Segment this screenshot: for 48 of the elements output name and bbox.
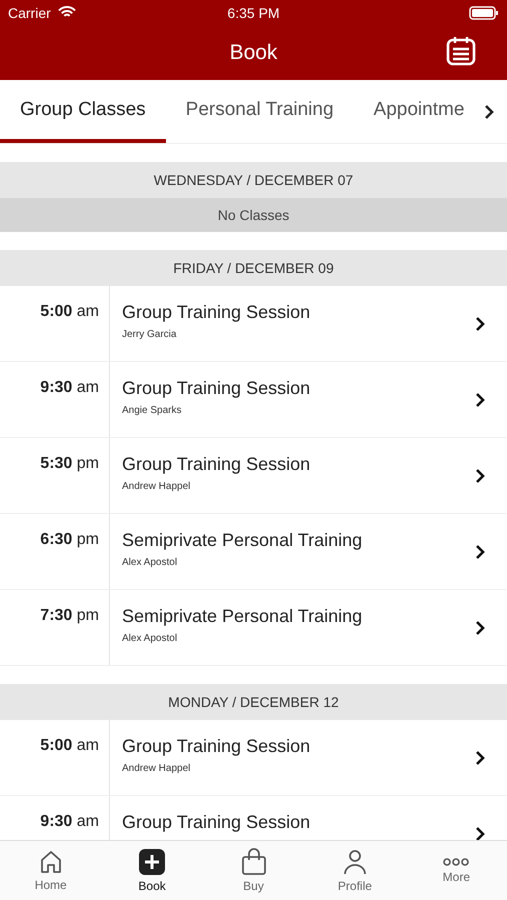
session-title[interactable]: Group Training Session xyxy=(122,302,441,323)
instructor-name: Alex Apostol xyxy=(122,557,178,568)
session-title[interactable]: Group Training Session xyxy=(122,736,441,757)
status-time: 6:35 PM xyxy=(227,4,280,20)
category-tab[interactable]: Appointme xyxy=(354,80,484,143)
chevron-right-icon xyxy=(474,620,486,636)
battery-icon xyxy=(469,6,499,20)
session-time: 6:30 pm xyxy=(40,531,99,550)
nav-tab[interactable]: Book xyxy=(101,841,203,900)
session-title[interactable]: Semiprivate Personal Training xyxy=(122,606,441,627)
session-time: 7:30 pm xyxy=(40,607,99,626)
empty-notice: No Classes xyxy=(0,198,507,232)
chevron-right-icon xyxy=(474,392,486,408)
session-title[interactable]: Group Training Session xyxy=(122,812,441,833)
screen-title: Book xyxy=(230,40,278,64)
nav-tab[interactable]: Buy xyxy=(202,841,304,900)
chevron-right-icon xyxy=(474,750,486,766)
session-time: 5:30 pm xyxy=(40,455,99,474)
instructor-name: Jerry Garcia xyxy=(122,329,178,340)
session-title[interactable]: Semiprivate Personal Training xyxy=(122,530,441,551)
instructor-name: Andrew Happel xyxy=(122,763,192,774)
nav-tab[interactable]: More xyxy=(406,841,507,900)
session-time: 9:30 am xyxy=(40,813,99,832)
day-header: FRIDAY / DECEMBER 09 xyxy=(0,250,507,286)
day-header: WEDNESDAY / DECEMBER 07 xyxy=(0,162,507,198)
wifi-icon xyxy=(58,6,76,19)
session-title[interactable]: Group Training Session xyxy=(122,378,441,399)
category-tab[interactable]: Personal Training xyxy=(166,80,354,143)
day-header: MONDAY / DECEMBER 12 xyxy=(0,684,507,720)
carrier-label: Carrier xyxy=(8,4,51,20)
instructor-name: Alex Apostol xyxy=(122,633,178,644)
shopping-bag-icon xyxy=(240,848,267,876)
person-icon xyxy=(342,848,368,876)
instructor-name: Angie Sparks xyxy=(122,405,182,416)
session-time: 9:30 am xyxy=(40,379,99,398)
session-time: 5:00 am xyxy=(40,737,99,756)
session-time: 5:00 am xyxy=(40,303,99,322)
session-title[interactable]: Group Training Session xyxy=(122,454,441,475)
more-icon xyxy=(442,857,470,867)
chevron-right-icon xyxy=(474,544,486,560)
nav-tab[interactable]: Profile xyxy=(304,841,406,900)
chevron-right-icon xyxy=(474,316,486,332)
chevron-right-icon xyxy=(474,468,486,484)
plus-icon xyxy=(138,848,166,876)
nav-tab[interactable]: Home xyxy=(0,841,102,900)
instructor-name: Andrew Happel xyxy=(122,481,192,492)
chevron-right-icon xyxy=(483,104,495,120)
chevron-right-icon xyxy=(474,826,486,840)
